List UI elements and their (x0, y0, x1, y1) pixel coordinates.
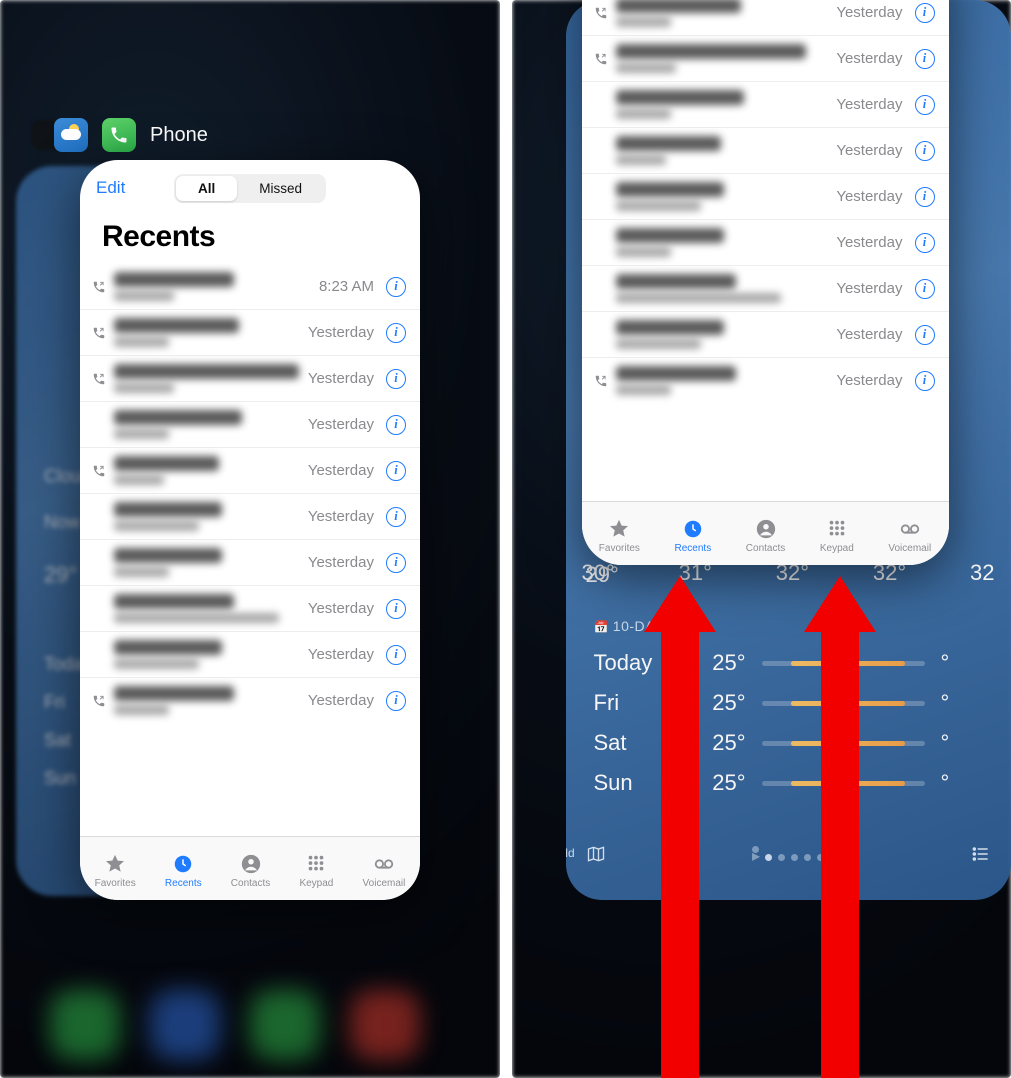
call-time: Yesterday (308, 600, 374, 617)
call-contact (114, 548, 302, 577)
call-row[interactable]: Yesterday i (80, 447, 420, 493)
recents-topbar: Edit All Missed (80, 160, 420, 216)
tab-voicemail[interactable]: Voicemail (363, 853, 406, 889)
segmented-control[interactable]: All Missed (174, 174, 326, 203)
swipe-up-arrow (810, 576, 870, 1078)
info-button[interactable]: i (386, 599, 406, 619)
left-pane: Cloud Now 29° Toda Fri Sat Sun Phone Edi… (0, 0, 500, 1078)
call-row[interactable]: Yesterday i (80, 355, 420, 401)
call-time: Yesterday (308, 462, 374, 479)
app-switcher-header: Phone (54, 118, 208, 152)
call-contact (114, 364, 302, 393)
outgoing-call-icon (90, 694, 108, 708)
dock-blur (250, 990, 320, 1060)
dock-blur (50, 990, 120, 1060)
annotation-arrows (512, 0, 1011, 1078)
info-button[interactable]: i (386, 277, 406, 297)
info-button[interactable]: i (386, 323, 406, 343)
call-time: Yesterday (308, 416, 374, 433)
call-contact (114, 272, 313, 301)
app-name: Phone (150, 124, 208, 147)
call-contact (114, 594, 302, 623)
edit-button[interactable]: Edit (96, 178, 125, 198)
seg-missed[interactable]: Missed (237, 176, 324, 201)
call-row[interactable]: 8:23 AM i (80, 264, 420, 309)
person-icon (240, 853, 262, 875)
call-contact (114, 640, 302, 669)
call-row[interactable]: Yesterday i (80, 493, 420, 539)
call-time: Yesterday (308, 508, 374, 525)
weather-temp: 29° (44, 562, 77, 588)
call-time: Yesterday (308, 324, 374, 341)
info-button[interactable]: i (386, 553, 406, 573)
call-row[interactable]: Yesterday i (80, 677, 420, 723)
info-button[interactable]: i (386, 691, 406, 711)
tab-favorites[interactable]: Favorites (95, 853, 136, 889)
call-time: Yesterday (308, 370, 374, 387)
outgoing-call-icon (90, 464, 108, 478)
call-contact (114, 686, 302, 715)
call-time: Yesterday (308, 554, 374, 571)
weather-now-label: Now (44, 512, 80, 533)
weather-day-3: Sun (44, 768, 76, 789)
call-row[interactable]: Yesterday i (80, 309, 420, 355)
info-button[interactable]: i (386, 507, 406, 527)
swipe-up-arrow (650, 576, 710, 1078)
call-row[interactable]: Yesterday i (80, 539, 420, 585)
call-row[interactable]: Yesterday i (80, 401, 420, 447)
call-row[interactable]: Yesterday i (80, 585, 420, 631)
info-button[interactable]: i (386, 645, 406, 665)
dock-blur (350, 990, 420, 1060)
seg-all[interactable]: All (176, 176, 237, 201)
call-contact (114, 410, 302, 439)
outgoing-call-icon (90, 280, 108, 294)
call-contact (114, 318, 302, 347)
outgoing-call-icon (90, 372, 108, 386)
weather-day-0: Toda (44, 654, 83, 675)
call-contact (114, 456, 302, 485)
info-button[interactable]: i (386, 415, 406, 435)
voicemail-icon (373, 853, 395, 875)
recents-list: 8:23 AMiYesterdayiYesterdayiYesterdayiYe… (80, 264, 420, 723)
keypad-icon (305, 853, 327, 875)
star-icon (104, 853, 126, 875)
info-button[interactable]: i (386, 369, 406, 389)
tab-recents[interactable]: Recents (165, 853, 202, 889)
weather-app-icon[interactable] (54, 118, 88, 152)
call-row[interactable]: Yesterday i (80, 631, 420, 677)
dock-blur (150, 990, 220, 1060)
clock-icon (172, 853, 194, 875)
phone-app-icon[interactable] (102, 118, 136, 152)
tab-contacts[interactable]: Contacts (231, 853, 270, 889)
call-contact (114, 502, 302, 531)
weather-day-1: Fri (44, 692, 65, 713)
right-pane: Edit W Ne Va Lo 29° 30° 31° 32° 32° 32 1… (512, 0, 1011, 1078)
tab-bar: Favorites Recents Contacts Keypad Voicem… (80, 836, 420, 900)
tab-keypad[interactable]: Keypad (299, 853, 333, 889)
outgoing-call-icon (90, 326, 108, 340)
info-button[interactable]: i (386, 461, 406, 481)
phone-app-card[interactable]: Edit All Missed Recents 8:23 AMiYesterda… (80, 160, 420, 900)
page-title: Recents (80, 216, 420, 264)
weather-day-2: Sat (44, 730, 71, 751)
call-time: Yesterday (308, 646, 374, 663)
call-time: 8:23 AM (319, 278, 374, 295)
call-time: Yesterday (308, 692, 374, 709)
